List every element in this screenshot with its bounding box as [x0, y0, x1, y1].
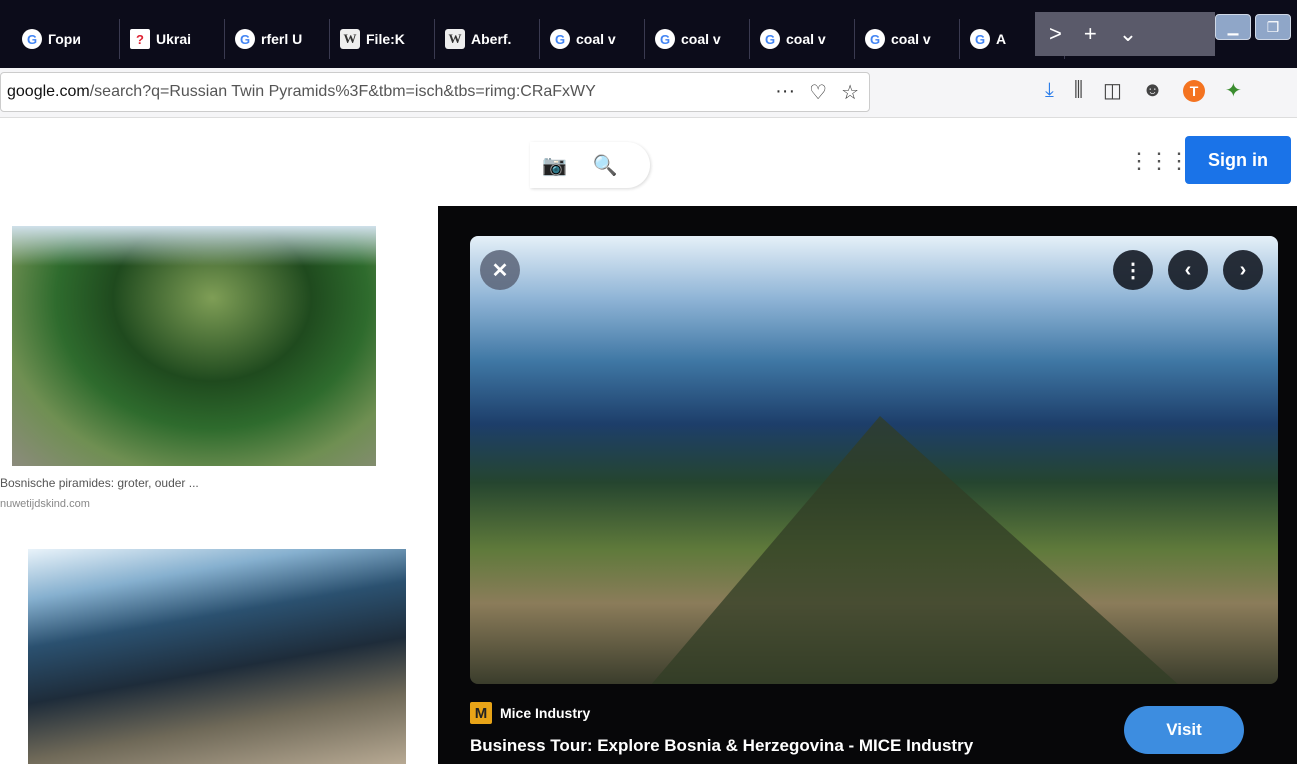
image-preview-panel: ✕ ⋮ ‹ › M Mice Industry Business Tour: E…	[438, 206, 1297, 764]
minimize-button[interactable]: ▁	[1215, 14, 1251, 40]
tab-favicon-icon: ?	[130, 29, 150, 49]
site-logo-icon: M	[470, 702, 492, 724]
tab-favicon-icon: G	[760, 29, 780, 49]
scroll-tabs-icon[interactable]: >	[1049, 21, 1062, 47]
restore-button[interactable]: ❐	[1255, 14, 1291, 40]
sign-in-button[interactable]: Sign in	[1185, 136, 1291, 184]
tab-favicon-icon: G	[655, 29, 675, 49]
library-icon[interactable]: ⫼	[1074, 79, 1083, 102]
browser-tab[interactable]: ? Ukrai	[120, 19, 225, 59]
image-results: Bosnische piramides: groter, ouder ... n…	[0, 206, 438, 764]
window-controls: ▁ ❐	[1215, 14, 1291, 40]
close-icon[interactable]: ✕	[480, 250, 520, 290]
tab-favicon-icon: G	[235, 29, 255, 49]
tab-title: Aberf.	[471, 31, 512, 47]
visit-button[interactable]: Visit	[1124, 706, 1244, 754]
result-caption[interactable]: Bosnische piramides: groter, ouder ...	[0, 476, 199, 490]
result-source: nuwetijdskind.com	[0, 498, 90, 510]
bookmark-star-icon[interactable]: ☆	[841, 80, 859, 105]
address-bar[interactable]: google.com/search?q=Russian Twin Pyramid…	[0, 72, 870, 112]
tab-favicon-icon: G	[550, 29, 570, 49]
tab-title: Ukrai	[156, 31, 192, 47]
search-icon[interactable]: 🔍	[593, 153, 618, 178]
tab-favicon-icon: G	[970, 29, 990, 49]
more-options-icon[interactable]: ⋮	[1113, 250, 1153, 290]
account-icon[interactable]: ☻	[1142, 79, 1163, 102]
new-tab-button[interactable]: +	[1084, 21, 1097, 47]
extension-icon[interactable]: ✦	[1225, 78, 1242, 103]
tab-favicon-icon: W	[340, 29, 360, 49]
browser-tab[interactable]: W Aberf.	[435, 19, 540, 59]
browser-tab[interactable]: Gcoal v	[540, 19, 645, 59]
tab-title: File:K	[366, 31, 405, 47]
tab-title: coal v	[681, 31, 721, 47]
tab-title: coal v	[786, 31, 826, 47]
pocket-icon[interactable]: ♡	[809, 80, 827, 105]
tab-controls: > + ⌄	[1035, 12, 1215, 56]
search-box-end: 📷 🔍	[530, 142, 650, 188]
page-actions-icon[interactable]: ···	[775, 80, 795, 105]
camera-icon[interactable]: 📷	[542, 153, 567, 178]
tab-title: A	[996, 31, 1007, 47]
google-header: 📷 🔍 ⋮⋮⋮ Sign in	[0, 118, 1297, 206]
url-domain: google.com	[7, 83, 90, 100]
tab-title: rferl U	[261, 31, 303, 47]
navigation-bar: google.com/search?q=Russian Twin Pyramid…	[0, 68, 1297, 118]
url-text[interactable]: google.com/search?q=Russian Twin Pyramid…	[7, 83, 775, 101]
tab-favicon-icon: G	[22, 29, 42, 49]
toolbar-icons: ⤓ ⫼ ◫ ☻ T ✦	[1045, 78, 1242, 103]
result-thumbnail[interactable]	[12, 226, 376, 466]
preview-image[interactable]	[470, 236, 1278, 684]
browser-tab[interactable]: W File:K	[330, 19, 435, 59]
sidebar-icon[interactable]: ◫	[1103, 78, 1122, 103]
result-thumbnail[interactable]	[28, 549, 406, 764]
next-image-icon[interactable]: ›	[1223, 250, 1263, 290]
source-name: Mice Industry	[500, 705, 591, 721]
pyramid-hill	[650, 416, 1180, 684]
tab-strip: G Гори? Ukrai Grferl U W File:K W Aberf. Gcoal v…	[0, 12, 1065, 66]
previous-image-icon[interactable]: ‹	[1168, 250, 1208, 290]
tab-favicon-icon: W	[445, 29, 465, 49]
download-icon[interactable]: ⤓	[1045, 79, 1054, 102]
preview-source[interactable]: M Mice Industry	[470, 702, 590, 724]
apps-grid-icon[interactable]: ⋮⋮⋮	[1128, 148, 1190, 174]
browser-tab[interactable]: Grferl U	[225, 19, 330, 59]
url-path: /search?q=Russian Twin Pyramids%3F&tbm=i…	[89, 83, 596, 100]
tab-bar: G Гори? Ukrai Grferl U W File:K W Aberf. Gcoal v…	[0, 0, 1297, 68]
preview-title[interactable]: Business Tour: Explore Bosnia & Herzegov…	[470, 736, 973, 756]
tab-favicon-icon: G	[865, 29, 885, 49]
browser-tab[interactable]: Gcoal v	[855, 19, 960, 59]
ublock-icon[interactable]: T	[1183, 79, 1205, 102]
tab-title: Гори	[48, 31, 81, 47]
list-tabs-icon[interactable]: ⌄	[1119, 21, 1137, 47]
tab-title: coal v	[576, 31, 616, 47]
browser-tab[interactable]: Gcoal v	[645, 19, 750, 59]
tab-title: coal v	[891, 31, 931, 47]
browser-tab[interactable]: G Гори	[0, 19, 120, 59]
browser-tab[interactable]: Gcoal v	[750, 19, 855, 59]
